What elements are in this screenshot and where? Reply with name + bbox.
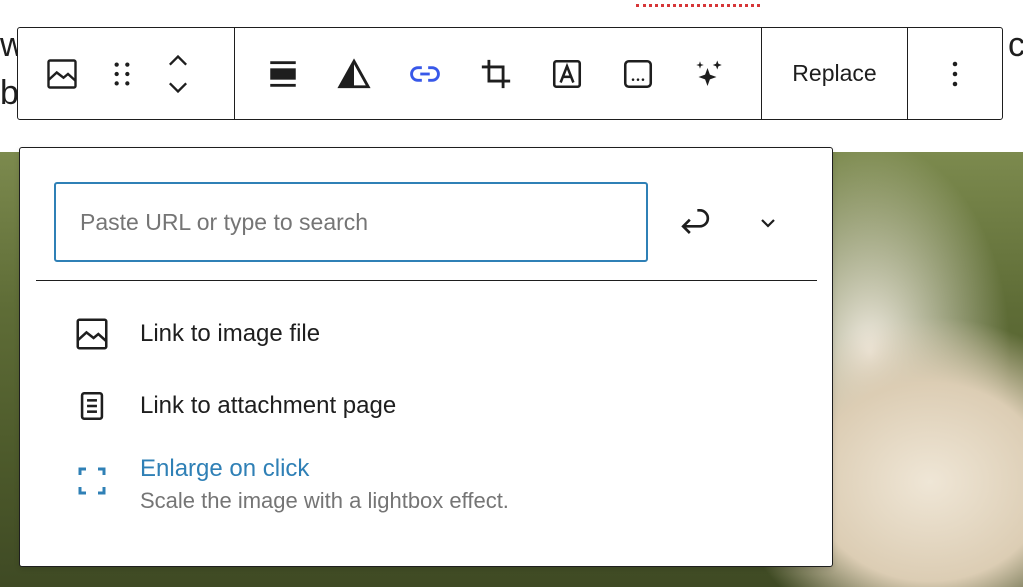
- background-text-fragment: c: [1008, 26, 1023, 64]
- toolbar-group-more: [907, 28, 1002, 119]
- link-icon: [410, 65, 440, 82]
- url-search-input[interactable]: [54, 182, 648, 262]
- link-settings-toggle[interactable]: [748, 206, 788, 240]
- drag-handle-icon: [114, 62, 130, 85]
- link-to-image-file-option[interactable]: Link to image file: [70, 312, 320, 356]
- replace-button[interactable]: Replace: [788, 52, 880, 95]
- toolbar-group-block: [18, 28, 234, 119]
- return-arrow-icon: [681, 209, 710, 234]
- more-options-button[interactable]: [931, 50, 979, 98]
- crop-button[interactable]: [472, 50, 520, 98]
- image-icon: [76, 318, 108, 350]
- option-label: Link to image file: [140, 320, 321, 347]
- alt-text-button[interactable]: [614, 50, 662, 98]
- alt-text-icon: [623, 59, 653, 88]
- fullscreen-icon: [78, 467, 106, 495]
- align-button[interactable]: [259, 50, 307, 98]
- link-button[interactable]: [401, 50, 449, 98]
- move-down-button[interactable]: [158, 75, 198, 101]
- block-mover: [158, 47, 198, 101]
- option-label: Link to attachment page: [140, 392, 397, 419]
- drag-handle-button[interactable]: [98, 50, 146, 98]
- option-label: Enlarge on click: [140, 455, 310, 482]
- enlarge-on-click-option[interactable]: Enlarge on click Scale the image with a …: [70, 451, 509, 515]
- chevron-down-icon: [761, 219, 775, 228]
- sparkles-icon: [696, 60, 722, 86]
- link-to-attachment-page-option[interactable]: Link to attachment page: [70, 384, 396, 428]
- more-vertical-icon: [952, 61, 958, 86]
- toolbar-group-replace: Replace: [761, 28, 907, 119]
- block-toolbar: Replace: [17, 27, 1003, 120]
- crop-icon: [481, 59, 511, 88]
- popover-divider: [36, 280, 817, 281]
- chevron-down-icon: [169, 82, 187, 93]
- align-full-width-icon: [270, 60, 296, 87]
- page-icon: [80, 391, 104, 421]
- block-type-button[interactable]: [38, 50, 86, 98]
- duotone-button[interactable]: [330, 50, 378, 98]
- link-popover: Link to image file Link to attachment pa…: [19, 147, 833, 567]
- text-overlay-icon: [552, 59, 582, 88]
- text-overlay-button[interactable]: [543, 50, 591, 98]
- chevron-up-icon: [169, 54, 187, 65]
- image-icon: [47, 58, 77, 89]
- spellcheck-underline: [636, 4, 760, 7]
- move-up-button[interactable]: [158, 47, 198, 73]
- ai-button[interactable]: [685, 50, 733, 98]
- toolbar-group-tools: [234, 28, 761, 119]
- submit-link-button[interactable]: [668, 200, 720, 244]
- duotone-filter-icon: [337, 57, 371, 88]
- option-description: Scale the image with a lightbox effect.: [140, 488, 509, 513]
